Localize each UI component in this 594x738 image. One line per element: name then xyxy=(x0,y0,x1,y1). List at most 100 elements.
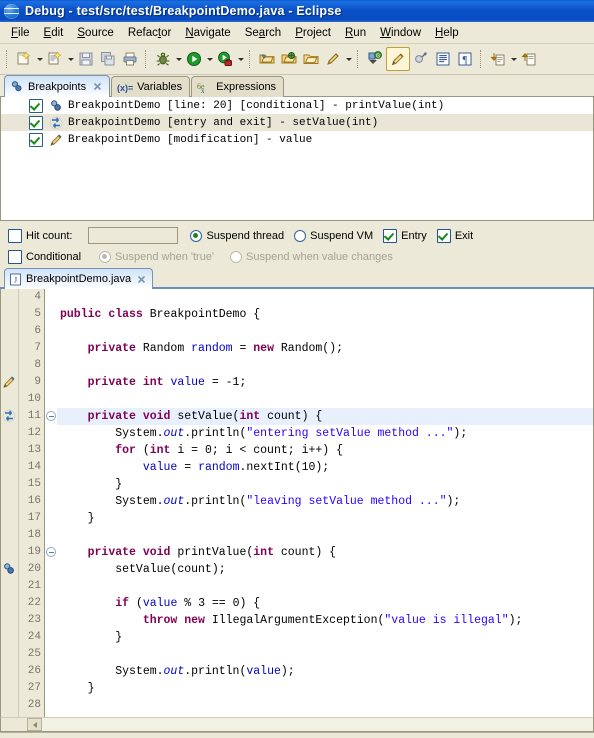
menu-help[interactable]: Help xyxy=(428,25,466,41)
toolbar-debug-button[interactable] xyxy=(152,48,174,70)
toolbar-new-java-class-button[interactable] xyxy=(44,48,66,70)
code-line[interactable]: private Random random = new Random(); xyxy=(57,340,593,357)
source-code[interactable]: public class BreakpointDemo { private Ra… xyxy=(57,289,593,717)
toolbar-step-into-download-button[interactable] xyxy=(487,48,509,70)
toolbar-open-resource-button[interactable] xyxy=(300,48,322,70)
chevron-down-icon[interactable] xyxy=(236,48,245,70)
entry-control[interactable]: Entry xyxy=(383,228,427,243)
menu-edit[interactable]: Edit xyxy=(37,25,71,41)
folding-ruler[interactable] xyxy=(45,289,57,717)
code-line[interactable]: private void printValue(int count) { xyxy=(57,544,593,561)
code-line[interactable]: throw new IllegalArgumentException("valu… xyxy=(57,612,593,629)
toolbar-new-java-project-button[interactable] xyxy=(13,48,35,70)
method-breakpoint-icon[interactable] xyxy=(2,409,17,424)
code-line[interactable]: if (value % 3 == 0) { xyxy=(57,595,593,612)
tab-expressions[interactable]: 6e x Expressions xyxy=(191,76,285,97)
tab-breakpointdemo-java[interactable]: J BreakpointDemo.java xyxy=(4,268,154,289)
menu-window[interactable]: Window xyxy=(373,25,428,41)
menu-refactor[interactable]: Refactor xyxy=(121,25,178,41)
code-line[interactable] xyxy=(57,578,593,595)
toolbar-step-return-button[interactable] xyxy=(518,48,540,70)
chevron-down-icon[interactable] xyxy=(66,48,75,70)
code-line[interactable]: } xyxy=(57,629,593,646)
conditional-checkbox[interactable] xyxy=(8,249,22,264)
menu-file[interactable]: File xyxy=(4,25,37,41)
toolbar-open-type-button[interactable] xyxy=(256,48,278,70)
code-line[interactable]: System.out.println(value); xyxy=(57,663,593,680)
code-line[interactable]: } xyxy=(57,476,593,493)
chevron-down-icon[interactable] xyxy=(35,48,44,70)
breakpoint-row[interactable]: BreakpointDemo [modification] - value xyxy=(1,131,593,148)
toolbar-open-task-button[interactable] xyxy=(278,48,300,70)
chevron-down-icon[interactable] xyxy=(174,48,183,70)
toolbar-run-button[interactable] xyxy=(183,48,205,70)
line-breakpoint-icon[interactable] xyxy=(2,562,17,577)
menu-search[interactable]: Search xyxy=(238,25,288,41)
scroll-left-button[interactable] xyxy=(27,718,42,731)
code-line[interactable]: for (int i = 0; i < count; i++) { xyxy=(57,442,593,459)
toolbar-search-pencil-button[interactable] xyxy=(322,48,344,70)
close-icon[interactable] xyxy=(92,82,102,92)
code-line[interactable]: private int value = -1; xyxy=(57,374,593,391)
fold-collapse-icon[interactable] xyxy=(46,547,56,557)
line-breakpoint-icon xyxy=(48,98,63,113)
code-line[interactable]: private void setValue(int count) { xyxy=(57,408,593,425)
toolbar-toggle-mark-occurrences-button[interactable] xyxy=(410,48,432,70)
close-icon[interactable] xyxy=(136,274,146,284)
suspend-thread-radio[interactable] xyxy=(190,229,203,242)
toolbar-print-button[interactable] xyxy=(119,48,141,70)
hit-count-control[interactable]: Hit count: xyxy=(8,228,72,243)
horizontal-scrollbar[interactable] xyxy=(0,717,594,732)
code-line[interactable] xyxy=(57,391,593,408)
breakpoint-row[interactable]: BreakpointDemo [entry and exit] - setVal… xyxy=(1,114,593,131)
entry-checkbox[interactable] xyxy=(383,228,398,243)
code-line[interactable]: public class BreakpointDemo { xyxy=(57,306,593,323)
code-line[interactable]: } xyxy=(57,680,593,697)
code-line[interactable] xyxy=(57,527,593,544)
toolbar-next-annotation-button[interactable]: G xyxy=(364,48,386,70)
watchpoint-icon[interactable] xyxy=(2,375,17,390)
tab-variables[interactable]: (x)= Variables xyxy=(111,76,191,97)
code-line[interactable] xyxy=(57,646,593,663)
exit-control[interactable]: Exit xyxy=(436,228,473,243)
menu-navigate[interactable]: Navigate xyxy=(178,25,237,41)
code-line[interactable] xyxy=(57,323,593,340)
chevron-down-icon[interactable] xyxy=(344,48,353,70)
breakpoint-enabled-checkbox[interactable] xyxy=(29,132,43,147)
toolbar-highlight-pencil-button[interactable] xyxy=(386,47,410,71)
hit-count-checkbox[interactable] xyxy=(8,228,22,243)
code-line[interactable]: System.out.println("leaving setValue met… xyxy=(57,493,593,510)
suspend-vm-radio[interactable] xyxy=(294,229,307,242)
suspend-vm-control[interactable]: Suspend VM xyxy=(294,229,373,242)
hit-count-input[interactable] xyxy=(88,227,179,244)
toolbar-save-all-button[interactable] xyxy=(97,48,119,70)
scroll-track[interactable] xyxy=(42,718,593,731)
toolbar-show-whitespace-block-button[interactable] xyxy=(432,48,454,70)
code-line[interactable]: System.out.println("entering setValue me… xyxy=(57,425,593,442)
chevron-down-icon[interactable] xyxy=(509,48,518,70)
breakpoint-row[interactable]: BreakpointDemo [line: 20] [conditional] … xyxy=(1,97,593,114)
code-viewport[interactable]: 4 5 6 7 8 9 10 11 12 13 14 15 16 17 18 19 20 21 22 23 24 25 26… xyxy=(0,289,594,717)
code-line[interactable]: setValue(count); xyxy=(57,561,593,578)
menu-run[interactable]: Run xyxy=(338,25,373,41)
menu-source[interactable]: Source xyxy=(70,25,120,41)
code-line[interactable]: } xyxy=(57,510,593,527)
code-line[interactable]: value = random.nextInt(10); xyxy=(57,459,593,476)
code-line[interactable] xyxy=(57,357,593,374)
conditional-control[interactable]: Conditional xyxy=(8,249,81,264)
chevron-down-icon[interactable] xyxy=(205,48,214,70)
tab-breakpoints[interactable]: Breakpoints xyxy=(4,75,111,97)
code-line[interactable] xyxy=(57,289,593,306)
fold-collapse-icon[interactable] xyxy=(46,411,56,421)
toolbar-show-pilcrow-button[interactable]: ¶ xyxy=(454,48,476,70)
breakpoints-list[interactable]: BreakpointDemo [line: 20] [conditional] … xyxy=(0,97,594,220)
suspend-thread-control[interactable]: Suspend thread xyxy=(190,229,284,242)
toolbar-run-external-tools-button[interactable] xyxy=(214,48,236,70)
code-line[interactable] xyxy=(57,697,593,714)
breakpoint-enabled-checkbox[interactable] xyxy=(29,98,43,113)
marker-gutter[interactable] xyxy=(1,289,19,717)
menu-project[interactable]: Project xyxy=(288,25,338,41)
breakpoint-enabled-checkbox[interactable] xyxy=(29,115,43,130)
exit-checkbox[interactable] xyxy=(436,228,451,243)
toolbar-save-button[interactable] xyxy=(75,48,97,70)
